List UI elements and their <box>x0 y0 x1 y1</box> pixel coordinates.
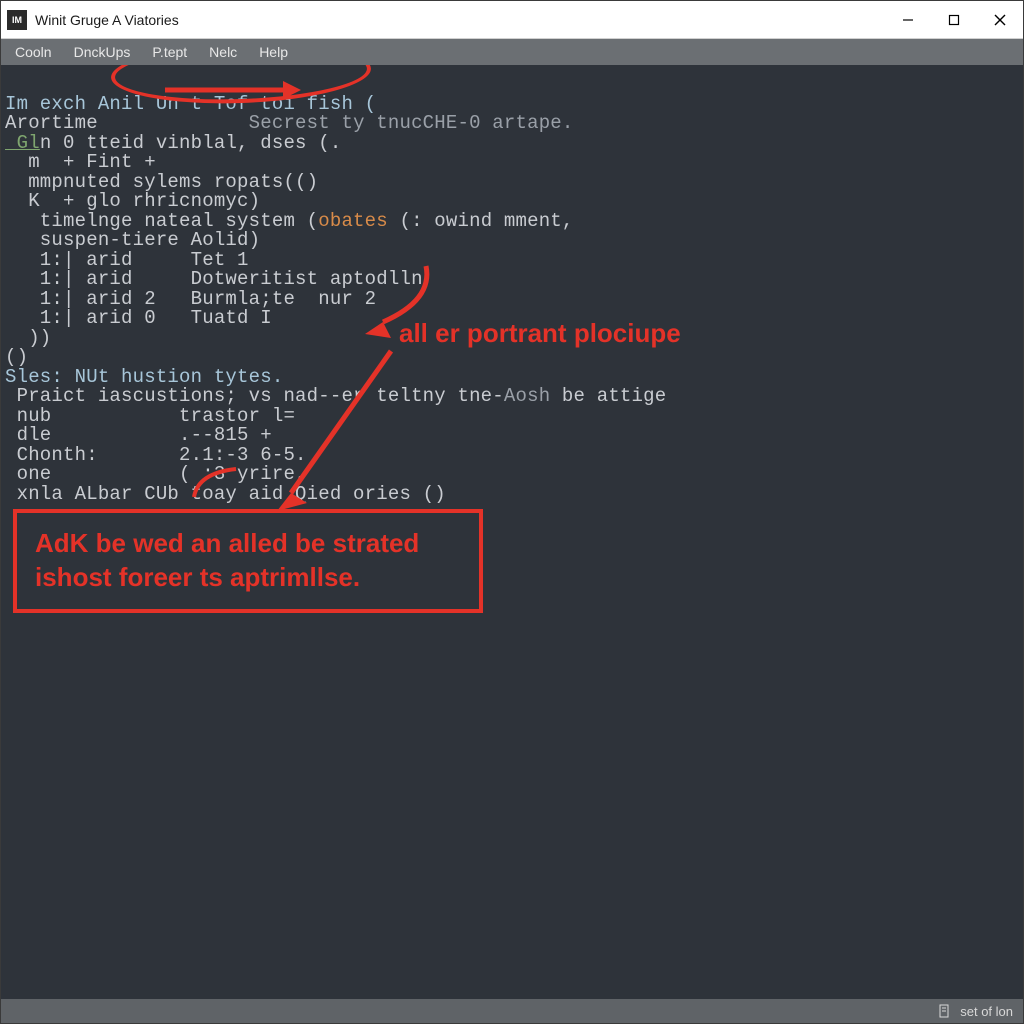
close-icon <box>994 14 1006 26</box>
code-line: xnla ALbar CUb toay aid Qied ories () <box>5 483 446 505</box>
code-editor[interactable]: Im exch Anil Un t Tof toi fish ( Arortim… <box>1 65 1023 999</box>
maximize-icon <box>948 14 960 26</box>
menubar: Cooln DnckUps P.tept Nelc Help <box>1 39 1023 65</box>
menu-nelc[interactable]: Nelc <box>199 42 247 62</box>
statusbar: set of lon <box>1 999 1023 1023</box>
menu-dnckups[interactable]: DnckUps <box>64 42 141 62</box>
status-text: set of lon <box>960 1004 1013 1019</box>
minimize-icon <box>902 14 914 26</box>
menu-ptept[interactable]: P.tept <box>142 42 197 62</box>
close-button[interactable] <box>977 1 1023 39</box>
minimize-button[interactable] <box>885 1 931 39</box>
menu-cooln[interactable]: Cooln <box>5 42 62 62</box>
titlebar: IM Winit Gruge A Viatories <box>1 1 1023 39</box>
document-icon <box>938 1004 952 1018</box>
app-icon: IM <box>7 10 27 30</box>
window-title: Winit Gruge A Viatories <box>35 12 179 28</box>
maximize-button[interactable] <box>931 1 977 39</box>
editor-area[interactable]: Im exch Anil Un t Tof toi fish ( Arortim… <box>1 65 1023 999</box>
menu-help[interactable]: Help <box>249 42 298 62</box>
app-window: IM Winit Gruge A Viatories Cooln DnckUps… <box>0 0 1024 1024</box>
